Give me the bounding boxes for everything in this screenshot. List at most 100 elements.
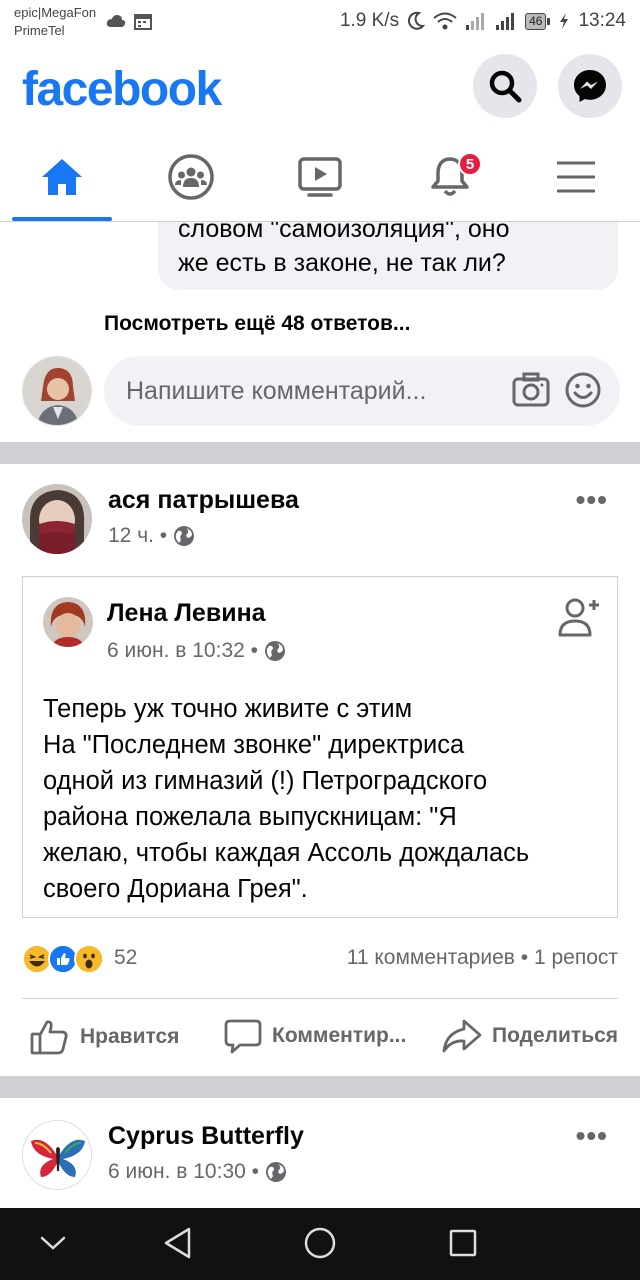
messenger-icon (574, 70, 606, 102)
carrier-label: epic|MegaFon PrimeTel (14, 4, 96, 40)
feed-separator (0, 442, 640, 464)
share-label: Поделиться (492, 1024, 619, 1047)
clock: 13:24 (578, 10, 626, 31)
comment-icon (224, 1019, 262, 1054)
comment-text-line: же есть в законе, не так ли? (178, 249, 506, 277)
messenger-button[interactable] (558, 54, 622, 118)
moon-icon (408, 11, 426, 30)
tab-notifications[interactable]: 5 (394, 134, 506, 220)
reaction-icons[interactable] (22, 944, 104, 974)
avatar[interactable] (43, 597, 93, 647)
avatar[interactable] (22, 484, 92, 554)
back-icon (164, 1227, 191, 1259)
post-meta: 6 июн. в 10:30 • (108, 1160, 287, 1184)
comment-input[interactable]: Напишите комментарий... (104, 356, 620, 426)
status-left-icons (106, 12, 152, 30)
video-icon (298, 157, 342, 197)
shared-post-text: Теперь уж точно живите с этим На "Послед… (43, 691, 603, 907)
shared-post[interactable]: Лена Левина 6 июн. в 10:32 • Теперь уж т… (22, 576, 618, 918)
shared-post-time[interactable]: 6 июн. в 10:32 • (107, 639, 258, 663)
author-photo (22, 484, 92, 554)
tab-groups[interactable] (135, 134, 247, 220)
recents-button[interactable] (448, 1228, 478, 1263)
post-text-line: своего Дориана Грея". (43, 875, 308, 903)
hide-nav-button[interactable] (38, 1230, 68, 1261)
post-header: Cyprus Butterfly 6 июн. в 10:30 • ••• (22, 1120, 618, 1200)
facebook-logo[interactable]: facebook (22, 62, 222, 117)
share-icon (442, 1019, 482, 1053)
like-button[interactable]: Нравится (30, 1018, 179, 1056)
shared-post-meta: 6 июн. в 10:32 • (107, 639, 286, 663)
signal-strong-icon (496, 13, 515, 30)
tab-home[interactable] (6, 134, 118, 221)
post-time[interactable]: 6 июн. в 10:30 • (108, 1160, 259, 1184)
reaction-count[interactable]: 52 (114, 946, 137, 970)
wow-reaction-icon (74, 944, 104, 974)
signal-weak-icon (466, 13, 485, 30)
feed-separator (0, 1076, 640, 1098)
search-button[interactable] (473, 54, 537, 118)
system-nav-bar (0, 1208, 640, 1280)
globe-icon (174, 526, 195, 546)
battery-icon: 46 (525, 12, 551, 30)
groups-icon (168, 154, 214, 200)
post-meta: 12 ч. • (108, 524, 195, 548)
comments-shares-count[interactable]: 11 комментариев • 1 репост (347, 946, 618, 970)
home-icon (42, 159, 82, 195)
status-bar: epic|MegaFon PrimeTel 1.9 K/s 46 13:24 (0, 0, 640, 44)
comment-composer: Напишите комментарий... (22, 356, 622, 428)
calendar-icon (134, 14, 152, 30)
shared-author-photo (43, 597, 93, 647)
notification-badge: 5 (458, 152, 482, 176)
post-time[interactable]: 12 ч. • (108, 524, 167, 548)
avatar[interactable] (22, 1120, 92, 1190)
post-divider (22, 998, 618, 999)
battery-level: 46 (525, 12, 547, 30)
tab-menu[interactable] (520, 134, 632, 220)
status-right: 1.9 K/s 46 13:24 (340, 10, 626, 32)
post-more-button[interactable]: ••• (576, 484, 608, 516)
camera-icon[interactable] (512, 371, 550, 409)
emoji-icon[interactable] (564, 371, 602, 409)
chevron-down-icon (40, 1236, 66, 1250)
post-header: ася патрышева 12 ч. • ••• (22, 484, 618, 564)
circle-home-icon (304, 1227, 336, 1259)
globe-icon (266, 1162, 286, 1182)
comment-label: Комментир... (272, 1024, 407, 1047)
tab-watch[interactable] (264, 134, 376, 220)
user-photo (23, 357, 91, 425)
comment-button[interactable]: Комментир... (224, 1018, 406, 1054)
share-button[interactable]: Поделиться (442, 1018, 618, 1054)
charging-icon (560, 13, 569, 29)
reactions-bar: 52 11 комментариев • 1 репост (22, 940, 618, 980)
view-more-replies-link[interactable]: Посмотреть ещё 48 ответов... (104, 312, 410, 336)
square-recents-icon (449, 1229, 477, 1257)
shared-author-name[interactable]: Лена Левина (107, 599, 266, 628)
back-button[interactable] (162, 1226, 194, 1265)
post-text-line: желаю, чтобы каждая Ассоль дождалась (43, 839, 530, 867)
post-actions: Нравится Комментир... Поделиться (22, 1012, 630, 1068)
post-text-line: Теперь уж точно живите с этим (43, 695, 413, 723)
menu-icon (557, 161, 595, 193)
like-label: Нравится (80, 1025, 180, 1048)
add-friend-button[interactable] (557, 595, 601, 644)
network-speed: 1.9 K/s (339, 10, 400, 31)
comment-placeholder: Напишите комментарий... (126, 377, 427, 405)
carrier-name-2: PrimeTel (14, 23, 65, 38)
post-author-name[interactable]: Cyprus Butterfly (108, 1122, 304, 1151)
wifi-icon (433, 12, 457, 30)
post-text-line: одной из гимназий (!) Петроградского (43, 767, 488, 795)
carrier-name: epic|MegaFon (14, 5, 97, 20)
post-more-button[interactable]: ••• (576, 1120, 608, 1152)
post-text-line: района пожелала выпускницам: "Я (43, 803, 457, 831)
app-header: facebook (0, 44, 640, 134)
globe-icon (265, 641, 285, 661)
like-icon (30, 1020, 68, 1055)
search-icon (489, 70, 522, 103)
butterfly-logo (23, 1121, 91, 1189)
tab-bar: 5 (0, 134, 640, 222)
post-author-name[interactable]: ася патрышева (108, 486, 299, 515)
post-text-line: На "Последнем звонке" директриса (43, 731, 465, 759)
home-nav-button[interactable] (303, 1226, 337, 1265)
avatar[interactable] (22, 356, 92, 426)
